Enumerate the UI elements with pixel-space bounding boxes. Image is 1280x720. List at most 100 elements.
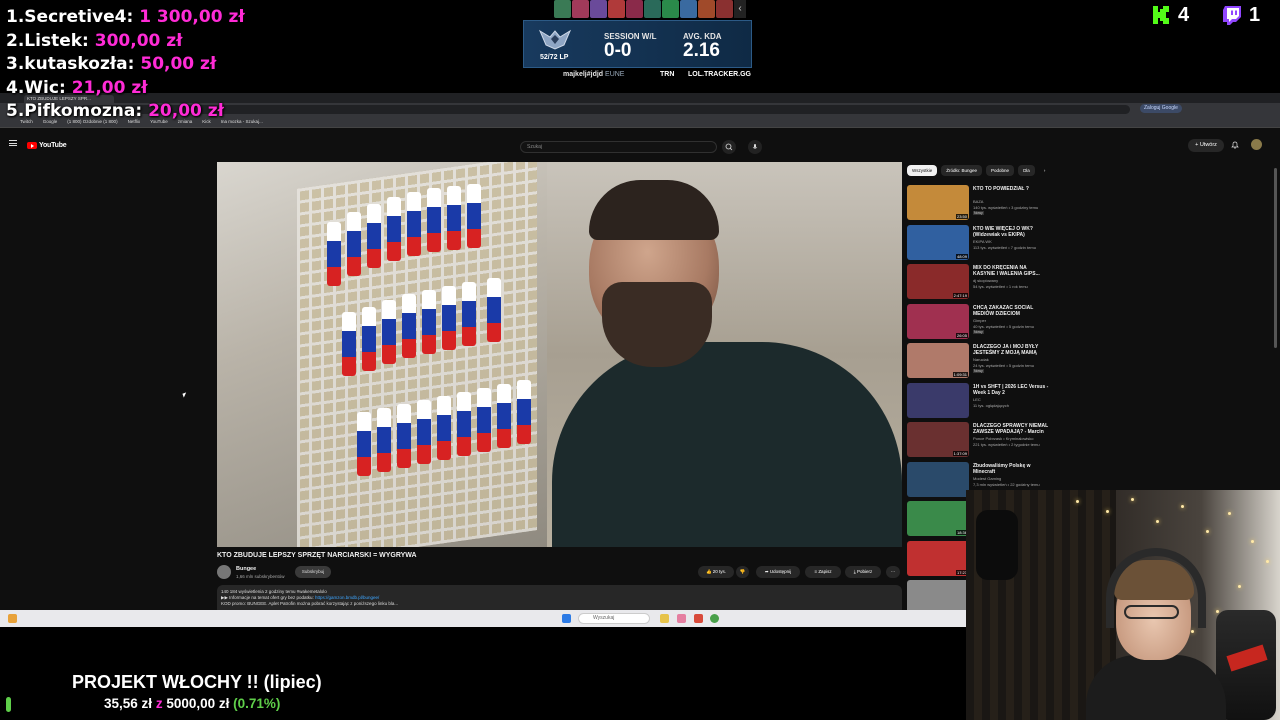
- search-input[interactable]: Szukaj: [520, 141, 717, 153]
- recommendation-meta: 40 tys. wyświetleń • 5 godzin temu: [973, 323, 1034, 329]
- chevron-right-icon[interactable]: ›: [1039, 165, 1051, 176]
- thumbs-up-icon: 👍: [705, 569, 713, 574]
- lol-footer: majkelj#jdjd EUNE TRN LOL.TRACKER.GG: [523, 70, 752, 82]
- session-value: 0-0: [604, 40, 632, 61]
- filter-chip[interactable]: Wszystkie: [907, 165, 938, 176]
- recommendation-item[interactable]: 23:50 KTO TO POWIEDZIAŁ ? BAZA 140 tys. wyś…: [907, 184, 1057, 223]
- adhesive-tube: [487, 278, 501, 342]
- share-button[interactable]: ➦ Udostępnij: [756, 566, 800, 578]
- voice-search-button[interactable]: [748, 140, 762, 154]
- description-link[interactable]: https://gamzon.bmdb.pl/bungee/: [315, 595, 379, 600]
- chevron-left-icon: ‹: [734, 0, 746, 18]
- donation-name: Secretive4:: [24, 7, 134, 27]
- donation-rank: 3.: [6, 54, 25, 75]
- donation-amount: 21,00 zł: [71, 77, 148, 98]
- recommendation-item[interactable]: 2:47:19 MIX DO KRĘCENIA NA KASYNIE I WALE…: [907, 263, 1057, 302]
- donation-name: Listek:: [24, 30, 89, 51]
- recommendation-title[interactable]: DLACZEGO SPRAWCY NIEMAL ZAWSZE WPADAJĄ? …: [973, 423, 1049, 435]
- recommendation-thumbnail[interactable]: 18:36: [907, 501, 969, 536]
- video-duration: 23:50: [955, 214, 968, 219]
- recommendation-channel: EKIPA WK: [973, 238, 992, 244]
- video-player[interactable]: [217, 162, 902, 547]
- create-button[interactable]: + Utwórz: [1188, 139, 1224, 152]
- recommendation-title[interactable]: MIX DO KRĘCENIA NA KASYNIE I WALENIA GIP…: [973, 265, 1049, 277]
- recommendation-thumbnail[interactable]: 17:23: [907, 540, 969, 576]
- recommendation-item[interactable]: 26:05 CHCĄ ZAKAZAĆ SOCIAL MEDIÓW DZIECIOM…: [907, 303, 1057, 342]
- save-button[interactable]: ≡ Zapisz: [805, 566, 841, 578]
- donation-row: 1.Secretive4: 1 300,00 zł: [6, 6, 245, 30]
- more-actions-button[interactable]: ⋯: [886, 566, 900, 578]
- recommendation-thumbnail[interactable]: [907, 461, 969, 497]
- donation-row: 5.Pifkomozna: 20,00 zł: [6, 100, 245, 124]
- video-duration: 2:47:19: [952, 293, 968, 298]
- recommendation-thumbnail[interactable]: 26:05: [907, 303, 969, 339]
- adhesive-tube: [357, 412, 371, 476]
- recommendation-title[interactable]: DLACZEGO JA i MÓJ BYŁY JESTEŚMY Z MOJĄ M…: [973, 344, 1049, 356]
- filter-chip[interactable]: Dla: [1018, 165, 1035, 176]
- recommendation-item[interactable]: 1H vs SHFT | 2026 LEC Versus - Week 1 Da…: [907, 382, 1057, 421]
- dislike-button[interactable]: 👎: [736, 566, 749, 578]
- like-button[interactable]: 👍 20 tys.: [698, 566, 734, 578]
- recommendation-title[interactable]: KTO WIE WIĘCEJ O WK? (Widzewiak vs EKIPA…: [973, 226, 1049, 238]
- search-icon: [725, 143, 733, 151]
- video-title: KTO ZBUDUJE LEPSZY SPRZĘT NARCIARSKI = W…: [217, 552, 417, 559]
- channel-avatar[interactable]: [217, 565, 231, 579]
- recommendation-title[interactable]: CHCĄ ZAKAZAĆ SOCIAL MEDIÓW DZIECIOM: [973, 305, 1049, 317]
- donation-row: 3.kutaskozła: 50,00 zł: [6, 53, 245, 77]
- donation-rank: 1.: [6, 7, 25, 27]
- chrome-icon[interactable]: [710, 614, 719, 623]
- recent-champions: ‹: [554, 0, 746, 19]
- menu-icon[interactable]: [9, 140, 17, 146]
- search-button[interactable]: [722, 140, 736, 154]
- taskbar-search-input[interactable]: Wyszukaj: [578, 613, 650, 624]
- fairy-light: [1181, 505, 1184, 508]
- champion-portrait: [716, 0, 733, 18]
- download-button[interactable]: ⤓ Pobierz: [845, 566, 881, 578]
- donation-amount: 50,00 zł: [140, 54, 217, 75]
- adhesive-tube: [362, 307, 376, 371]
- filter-chip[interactable]: Podobne: [986, 165, 1015, 176]
- recommendation-title[interactable]: Zbudowaliśmy Polskę w Minecraft: [973, 463, 1049, 475]
- adhesive-tube: [397, 404, 411, 468]
- file-explorer-icon[interactable]: [660, 614, 669, 623]
- glasses: [1124, 605, 1179, 619]
- recommendation-title[interactable]: KTO TO POWIEDZIAŁ ?: [973, 186, 1049, 192]
- recommendation-thumbnail[interactable]: 48:09: [907, 224, 969, 260]
- donation-amount: 300,00 zł: [94, 30, 183, 51]
- thumbs-down-icon: 👎: [739, 569, 746, 574]
- recommendation-thumbnail[interactable]: 2:47:19: [907, 264, 969, 299]
- recommendation-item[interactable]: 1:09:31 DLACZEGO JA i MÓJ BYŁY JESTEŚMY Z…: [907, 342, 1057, 381]
- fairy-light: [1228, 512, 1231, 515]
- recommendation-thumbnail[interactable]: 1:37:09: [907, 422, 969, 457]
- recommendation-item[interactable]: 48:09 KTO WIE WIĘCEJ O WK? (Widzewiak vs …: [907, 224, 1057, 263]
- recommendation-thumbnail[interactable]: 1:09:31: [907, 343, 969, 378]
- filter-chip[interactable]: Źródło: Bungee: [941, 165, 983, 176]
- sign-in-button[interactable]: Zaloguj Google: [1140, 104, 1182, 113]
- recommendation-title[interactable]: 1H vs SHFT | 2026 LEC Versus - Week 1 Da…: [973, 384, 1049, 396]
- notifications-bell-icon[interactable]: [1230, 140, 1240, 150]
- microphone-icon: [752, 144, 758, 149]
- donation-rank: 2.: [6, 30, 25, 51]
- streamer-body: [1086, 655, 1226, 720]
- youtube-logo[interactable]: YouTube: [27, 142, 67, 149]
- adhesive-tube: [457, 392, 471, 456]
- goal-progress-text: 35,56 zł z 5000,00 zł (0.71%): [104, 696, 280, 711]
- channel-name[interactable]: Bungee: [236, 566, 256, 572]
- app-icon[interactable]: [677, 614, 686, 623]
- champion-portrait: [662, 0, 679, 18]
- donation-rank: 4.: [6, 77, 25, 98]
- like-count: 20 tys.: [712, 569, 727, 574]
- champion-portrait: [572, 0, 589, 18]
- fairy-light: [1191, 630, 1194, 633]
- app-icon[interactable]: [694, 614, 703, 623]
- fairy-light: [1106, 510, 1109, 513]
- page-scrollbar[interactable]: [1274, 168, 1277, 348]
- weather-icon[interactable]: [8, 614, 17, 623]
- subscribe-button[interactable]: Subskrybuj: [295, 566, 331, 578]
- recommendation-thumbnail[interactable]: [907, 382, 969, 418]
- champion-portrait: [698, 0, 715, 18]
- start-icon[interactable]: [562, 614, 571, 623]
- recommendation-thumbnail[interactable]: 23:50: [907, 185, 969, 220]
- recommendation-item[interactable]: 1:37:09 DLACZEGO SPRAWCY NIEMAL ZAWSZE WP…: [907, 421, 1057, 460]
- account-avatar[interactable]: [1251, 139, 1262, 150]
